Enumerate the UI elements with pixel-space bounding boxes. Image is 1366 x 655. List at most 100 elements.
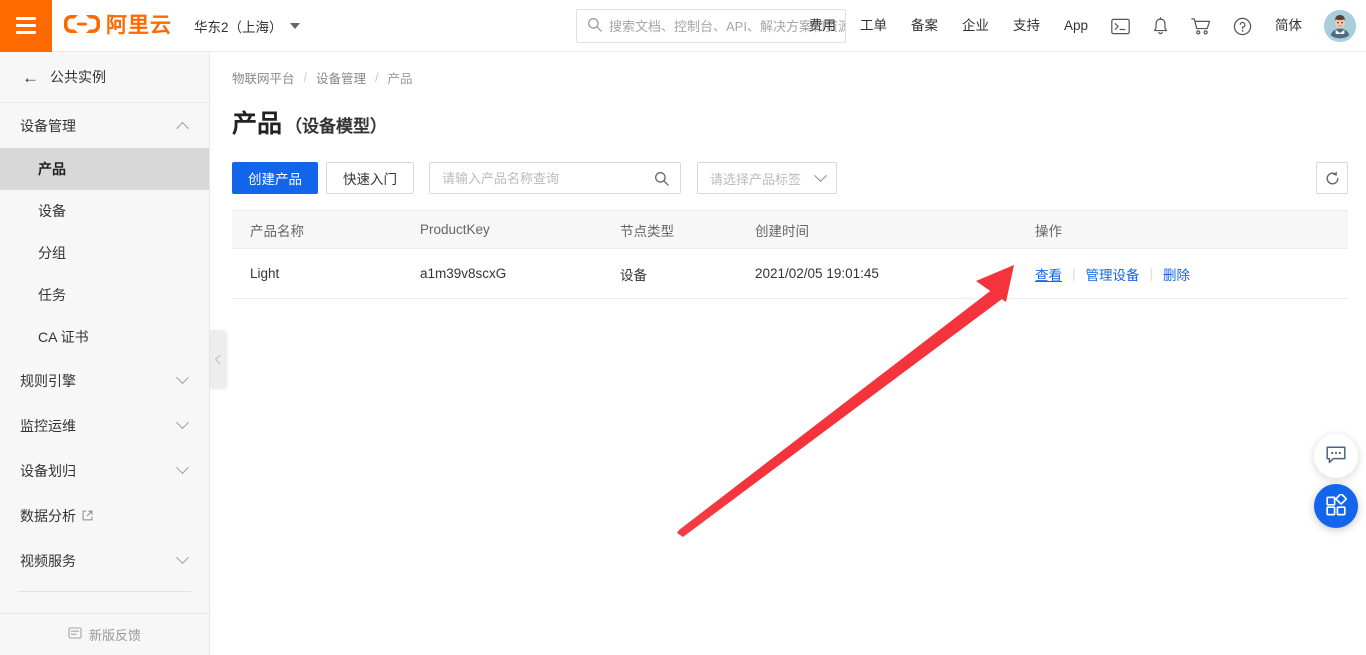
help-circle-icon[interactable] bbox=[1222, 0, 1263, 52]
nav-link-enterprise[interactable]: 企业 bbox=[950, 0, 1001, 52]
chevron-down-icon bbox=[176, 416, 189, 429]
sidebar-group-monitoring-ops[interactable]: 监控运维 bbox=[0, 403, 209, 448]
floating-chat-button[interactable] bbox=[1314, 434, 1358, 478]
sidebar: ← 公共实例 设备管理 产品 设备 分组 任务 CA 证书 规则引擎 监控运维 … bbox=[0, 52, 210, 655]
sidebar-item-product[interactable]: 产品 bbox=[0, 148, 209, 190]
sidebar-item-label: 任务 bbox=[38, 285, 66, 305]
sidebar-item-group[interactable]: 分组 bbox=[0, 232, 209, 274]
brand-name: 阿里云 bbox=[106, 15, 172, 36]
operation-separator: | bbox=[1150, 266, 1154, 281]
delete-link[interactable]: 删除 bbox=[1163, 264, 1190, 284]
nav-link-ticket[interactable]: 工单 bbox=[848, 0, 899, 52]
sidebar-group-device-assignment[interactable]: 设备划归 bbox=[0, 448, 209, 493]
sidebar-group-video-service[interactable]: 视频服务 bbox=[0, 538, 209, 583]
sidebar-group-label: 监控运维 bbox=[20, 416, 76, 436]
manage-devices-link[interactable]: 管理设备 bbox=[1086, 264, 1140, 284]
arrow-left-icon: ← bbox=[22, 69, 39, 86]
product-tag-select[interactable]: 请选择产品标签 bbox=[697, 162, 837, 194]
products-table: 产品名称 ProductKey 节点类型 创建时间 操作 Light a1m39… bbox=[232, 210, 1348, 299]
sidebar-group-label: 视频服务 bbox=[20, 551, 76, 571]
table-body: Light a1m39v8scxG 设备 2021/02/05 19:01:45… bbox=[232, 249, 1348, 299]
column-header-operations: 操作 bbox=[1017, 211, 1348, 249]
main-content: 物联网平台 / 设备管理 / 产品 产品 （设备模型） 创建产品 快速入门 请选… bbox=[210, 52, 1366, 655]
sidebar-group-label: 规则引擎 bbox=[20, 371, 76, 391]
operation-separator: | bbox=[1072, 266, 1076, 281]
sidebar-divider bbox=[18, 591, 191, 592]
create-product-button[interactable]: 创建产品 bbox=[232, 162, 318, 194]
page-title-sub: （设备模型） bbox=[285, 112, 387, 137]
user-avatar[interactable] bbox=[1324, 10, 1356, 42]
refresh-icon bbox=[1324, 170, 1341, 187]
cell-product-key: a1m39v8scxG bbox=[402, 249, 602, 299]
table-header: 产品名称 ProductKey 节点类型 创建时间 操作 bbox=[232, 211, 1348, 249]
floating-apps-button[interactable] bbox=[1314, 484, 1358, 528]
breadcrumb-item-iot-platform[interactable]: 物联网平台 bbox=[232, 68, 295, 87]
breadcrumb: 物联网平台 / 设备管理 / 产品 bbox=[210, 52, 1366, 87]
refresh-button[interactable] bbox=[1316, 162, 1348, 194]
terminal-icon[interactable] bbox=[1100, 0, 1141, 52]
region-selector[interactable]: 华东2（上海） bbox=[194, 16, 300, 36]
sidebar-item-label: 分组 bbox=[38, 243, 66, 263]
sidebar-item-label: 数据分析 bbox=[20, 506, 76, 526]
sidebar-item-ca-certificate[interactable]: CA 证书 bbox=[0, 316, 209, 358]
product-search-input[interactable] bbox=[430, 163, 654, 193]
product-search[interactable] bbox=[429, 162, 681, 194]
chat-bubble-icon bbox=[1325, 444, 1347, 469]
hamburger-bar bbox=[16, 31, 36, 34]
sidebar-feedback-button[interactable]: 新版反馈 bbox=[0, 613, 209, 655]
breadcrumb-item-device-management[interactable]: 设备管理 bbox=[316, 68, 366, 87]
row-operations: 查看 | 管理设备 | 删除 bbox=[1035, 264, 1348, 284]
nav-link-fee[interactable]: 费用 bbox=[797, 0, 848, 52]
nav-link-support[interactable]: 支持 bbox=[1001, 0, 1052, 52]
cell-created-at: 2021/02/05 19:01:45 bbox=[737, 249, 1017, 299]
hamburger-bar bbox=[16, 24, 36, 27]
column-header-node-type: 节点类型 bbox=[602, 211, 737, 249]
sidebar-item-device[interactable]: 设备 bbox=[0, 190, 209, 232]
quick-start-button[interactable]: 快速入门 bbox=[326, 162, 414, 194]
alibaba-cloud-logo-icon bbox=[64, 12, 100, 39]
breadcrumb-separator: / bbox=[304, 71, 307, 85]
table-row[interactable]: Light a1m39v8scxG 设备 2021/02/05 19:01:45… bbox=[232, 249, 1348, 299]
cell-product-name: Light bbox=[232, 249, 402, 299]
column-header-created-at: 创建时间 bbox=[737, 211, 1017, 249]
chevron-up-icon bbox=[176, 122, 189, 135]
sidebar-collapse-handle[interactable] bbox=[210, 330, 226, 388]
bell-icon[interactable] bbox=[1141, 0, 1180, 52]
column-header-product-name: 产品名称 bbox=[232, 211, 402, 249]
chevron-left-icon bbox=[214, 354, 224, 364]
sidebar-item-task[interactable]: 任务 bbox=[0, 274, 209, 316]
nav-link-icp[interactable]: 备案 bbox=[899, 0, 950, 52]
hamburger-menu-icon[interactable] bbox=[0, 0, 52, 52]
sidebar-item-data-analysis[interactable]: 数据分析 bbox=[0, 493, 209, 538]
cart-icon[interactable] bbox=[1180, 0, 1222, 52]
page-title: 产品 （设备模型） bbox=[210, 87, 1366, 140]
feedback-icon bbox=[68, 626, 82, 643]
cell-operations: 查看 | 管理设备 | 删除 bbox=[1017, 249, 1348, 299]
nav-link-app[interactable]: App bbox=[1052, 0, 1100, 52]
column-header-product-key: ProductKey bbox=[402, 211, 602, 249]
sidebar-group-rule-engine[interactable]: 规则引擎 bbox=[0, 358, 209, 403]
sidebar-back-label: 公共实例 bbox=[50, 67, 106, 87]
header-nav-right: 费用 工单 备案 企业 支持 App bbox=[797, 0, 1366, 52]
table-header-row: 产品名称 ProductKey 节点类型 创建时间 操作 bbox=[232, 211, 1348, 249]
apps-grid-icon bbox=[1325, 494, 1347, 519]
hamburger-bar bbox=[16, 17, 36, 20]
sidebar-back-public-instance[interactable]: ← 公共实例 bbox=[0, 52, 209, 103]
brand-logo-link[interactable]: 阿里云 bbox=[64, 12, 172, 39]
sidebar-item-label: 设备 bbox=[38, 201, 66, 221]
chevron-down-icon bbox=[176, 461, 189, 474]
sidebar-item-label: 产品 bbox=[38, 159, 66, 179]
breadcrumb-separator: / bbox=[375, 71, 378, 85]
chevron-down-icon bbox=[814, 169, 827, 182]
language-switch[interactable]: 简体 bbox=[1263, 0, 1314, 52]
view-link[interactable]: 查看 bbox=[1035, 264, 1062, 284]
sidebar-item-label: CA 证书 bbox=[38, 327, 89, 347]
chevron-down-icon bbox=[290, 23, 300, 29]
external-link-icon bbox=[82, 510, 93, 521]
sidebar-group-label: 设备管理 bbox=[20, 116, 76, 136]
search-icon bbox=[577, 17, 609, 35]
sidebar-group-device-management[interactable]: 设备管理 bbox=[0, 103, 209, 148]
chevron-down-icon bbox=[176, 371, 189, 384]
sidebar-feedback-label: 新版反馈 bbox=[89, 625, 141, 644]
search-icon[interactable] bbox=[654, 171, 680, 186]
